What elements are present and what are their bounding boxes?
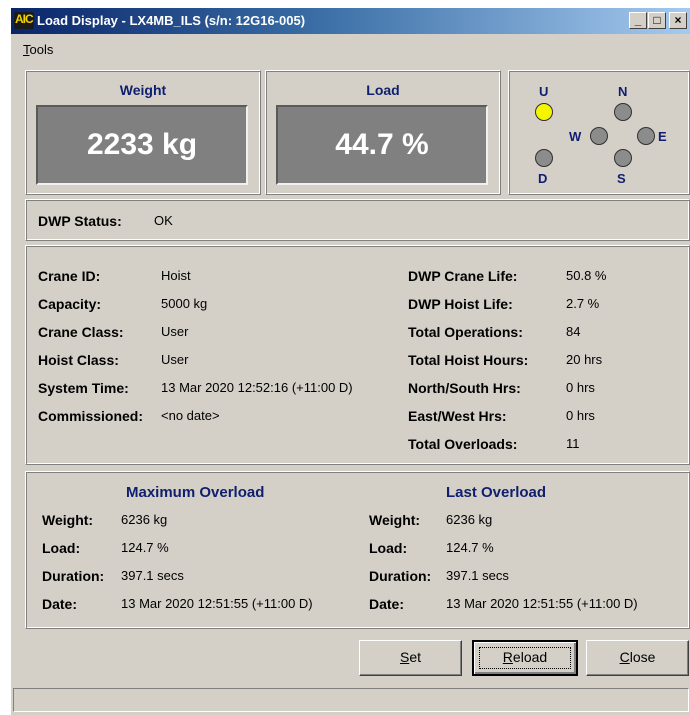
last-overload-label: Duration: [369,568,432,584]
info-label: Total Hoist Hours: [408,352,529,368]
info-value: 20 hrs [566,352,603,367]
set-button[interactable]: Set [359,640,462,676]
info-value: User [161,352,189,367]
info-value: 50.8 % [566,268,607,283]
info-label: Crane ID: [38,268,101,284]
last-overload-value: 6236 kg [446,512,493,527]
down-label: D [538,171,548,186]
info-value: 0 hrs [566,408,595,423]
info-label: Total Operations: [408,324,523,340]
weight-panel: Weight 2233 kg [25,70,261,195]
last-overload-label: Load: [369,540,408,556]
info-value: 2.7 % [566,296,600,311]
max-overload-label: Load: [42,540,81,556]
dwp-status-label: DWP Status: [38,213,122,229]
status-bar [13,688,689,712]
app-logo-icon: AIC [14,12,34,29]
weight-value: 2233 kg [36,105,248,185]
south-indicator [614,149,632,167]
load-value: 44.7 % [276,105,488,185]
info-label: DWP Crane Life: [408,268,518,284]
menu-tools[interactable]: Tools [23,42,53,57]
up-indicator [535,103,553,121]
west-indicator [590,127,608,145]
close-button[interactable]: Close [586,640,689,676]
title-bar[interactable]: AIC Load Display - LX4MB_ILS (s/n: 12G16… [11,8,690,34]
info-value: 5000 kg [161,296,208,311]
last-overload-value: 124.7 % [446,540,494,555]
info-label: East/West Hrs: [408,408,507,424]
info-label: Commissioned: [38,408,144,424]
last-overload-title: Last Overload [446,484,547,501]
max-overload-label: Duration: [42,568,105,584]
max-overload-title: Maximum Overload [126,484,265,501]
last-overload-label: Weight: [369,512,421,528]
dwp-status-value: OK [154,213,173,228]
info-value: 13 Mar 2020 12:52:16 (+11:00 D) [161,380,353,395]
down-indicator [535,149,553,167]
minimize-button[interactable]: _ [629,12,647,29]
max-overload-value: 124.7 % [121,540,169,555]
dwp-status-panel: DWP Status: OK [25,199,690,241]
info-label: System Time: [38,380,129,396]
info-label: North/South Hrs: [408,380,521,396]
close-window-button[interactable]: × [669,12,687,29]
east-label: E [658,129,667,144]
load-display-window: AIC Load Display - LX4MB_ILS (s/n: 12G16… [10,7,690,715]
load-title: Load [366,82,400,98]
window-title: Load Display - LX4MB_ILS (s/n: 12G16-005… [37,13,306,28]
info-value: Hoist [161,268,191,283]
west-label: W [569,129,582,144]
weight-title: Weight [119,82,167,98]
info-value: User [161,324,189,339]
load-panel: Load 44.7 % [265,70,501,195]
info-label: Crane Class: [38,324,124,340]
max-overload-label: Date: [42,596,78,612]
up-label: U [539,84,549,99]
max-overload-value: 13 Mar 2020 12:51:55 (+11:00 D) [121,596,313,611]
menu-bar: Tools [11,35,690,59]
overload-panel: Maximum Overload Weight: 6236 kg Load: 1… [25,471,690,629]
info-label: DWP Hoist Life: [408,296,513,312]
reload-button[interactable]: Reload [472,640,578,676]
north-label: N [618,84,628,99]
last-overload-value: 13 Mar 2020 12:51:55 (+11:00 D) [446,596,638,611]
max-overload-label: Weight: [42,512,94,528]
info-label: Total Overloads: [408,436,518,452]
info-value: 11 [566,436,580,451]
east-indicator [637,127,655,145]
info-value: 84 [566,324,581,339]
south-label: S [617,171,626,186]
last-overload-value: 397.1 secs [446,568,509,583]
crane-info-panel: Crane ID: Hoist Capacity: 5000 kg Crane … [25,245,690,465]
info-value: <no date> [161,408,220,423]
info-label: Hoist Class: [38,352,119,368]
maximize-button[interactable]: □ [648,12,666,29]
north-indicator [614,103,632,121]
direction-panel: U D N W E S [508,70,690,195]
last-overload-label: Date: [369,596,405,612]
info-label: Capacity: [38,296,102,312]
max-overload-value: 397.1 secs [121,568,184,583]
info-value: 0 hrs [566,380,595,395]
max-overload-value: 6236 kg [121,512,168,527]
